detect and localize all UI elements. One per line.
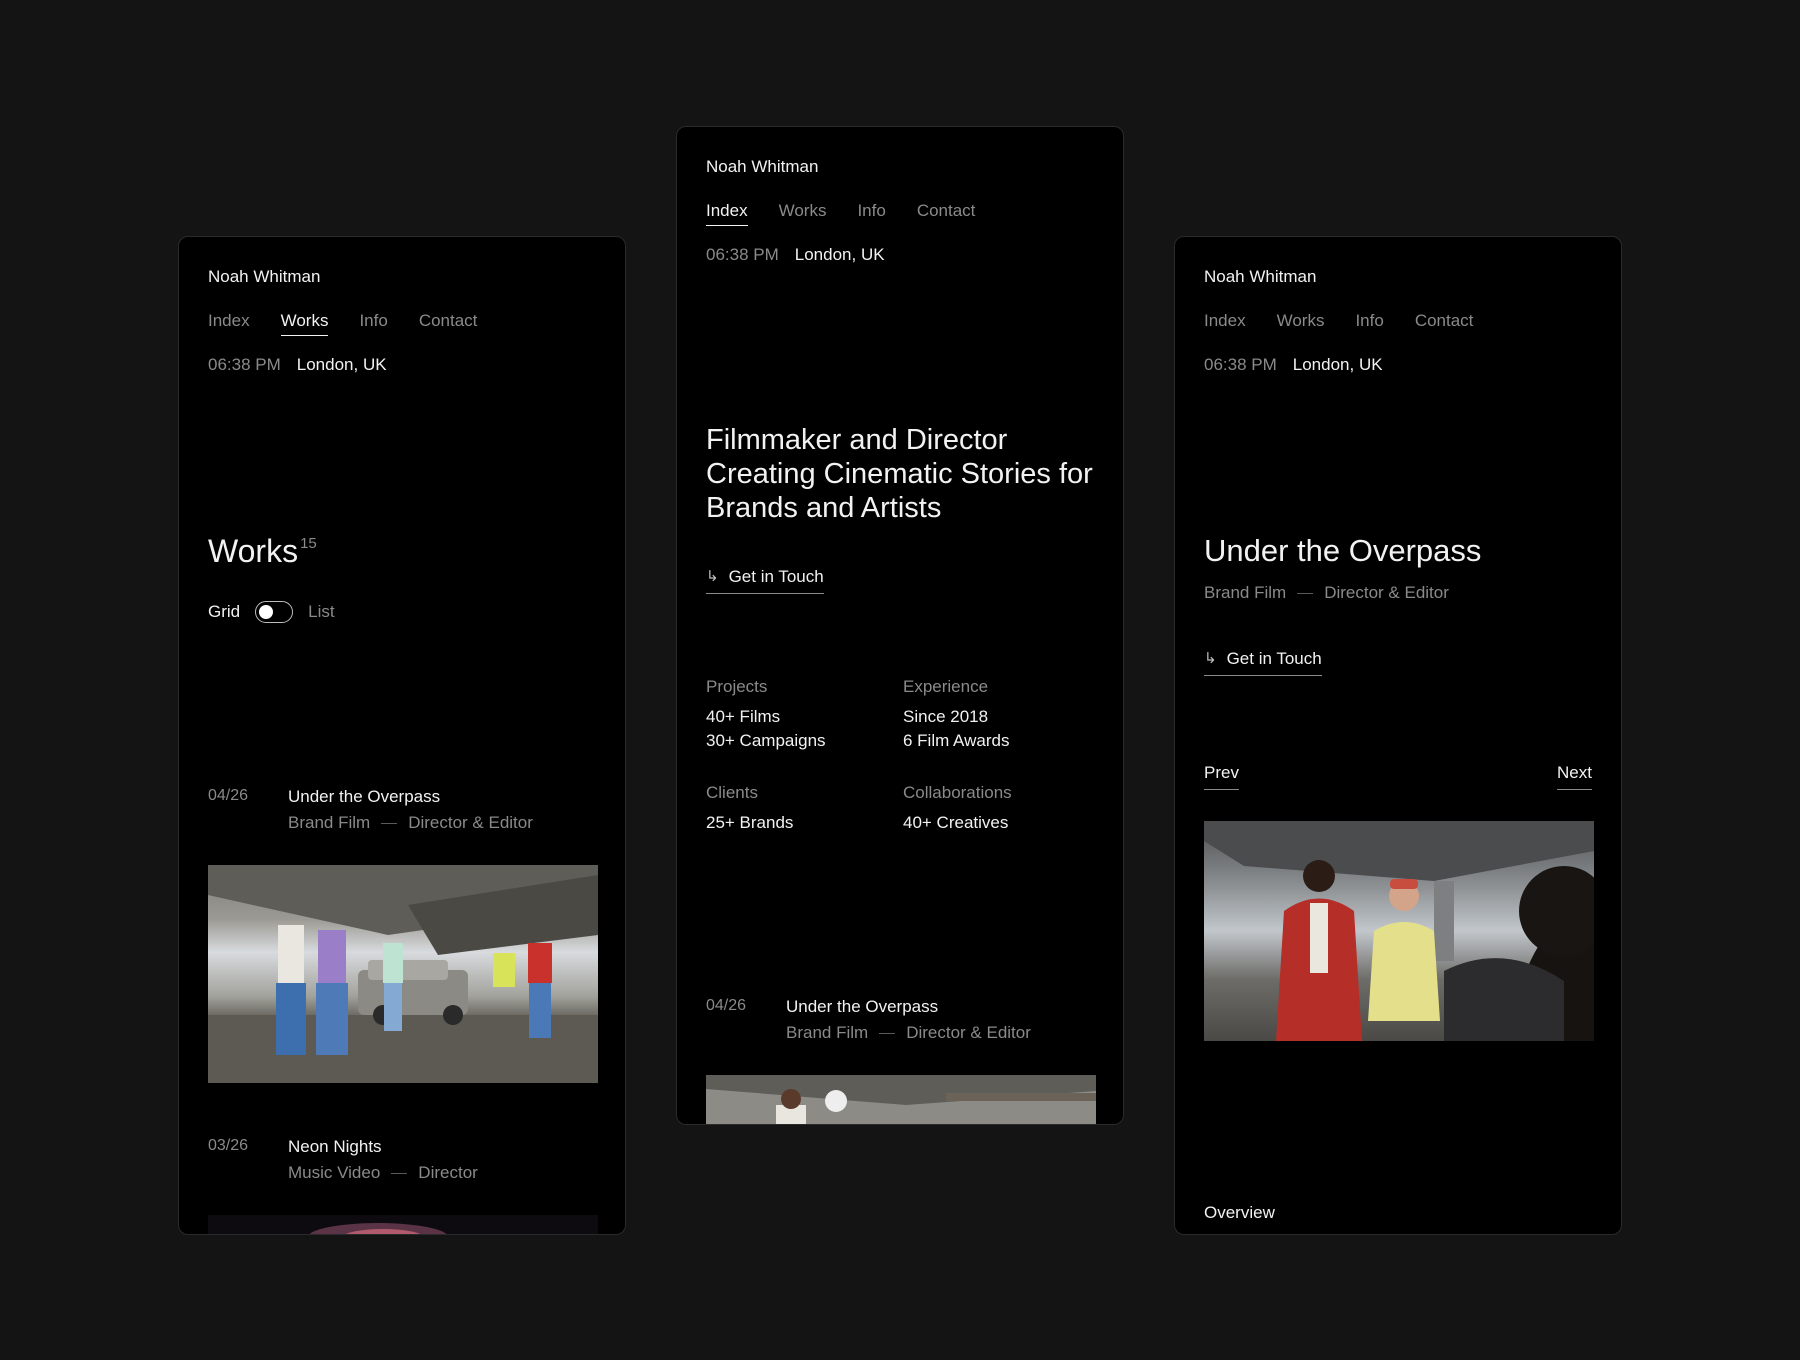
overpass-still-image (706, 1075, 1096, 1124)
stat-label: Experience (903, 677, 989, 696)
work-category: Brand Film (786, 1023, 869, 1042)
local-time-location: 06:38 PM London, UK (208, 355, 387, 375)
grid-view-label[interactable]: Grid (208, 602, 240, 622)
separator-dash (1297, 593, 1314, 595)
main-nav: Index Works Info Contact (1204, 311, 1473, 335)
list-view-label[interactable]: List (308, 602, 334, 622)
work-meta: Brand Film Director & Editor (786, 1023, 1031, 1043)
work-meta: Brand Film Director & Editor (288, 813, 533, 833)
work-category: Music Video (288, 1163, 381, 1182)
overpass-still-image (208, 865, 598, 1083)
works-screen: Noah Whitman Index Works Info Contact 06… (178, 236, 626, 1235)
work-role: Director & Editor (408, 813, 533, 832)
view-toggle: Grid List (208, 601, 335, 623)
index-screen: Noah Whitman Index Works Info Contact 06… (676, 126, 1124, 1125)
cta-label: Get in Touch (1226, 649, 1322, 668)
stat-value: Since 2018 (903, 707, 989, 726)
work-category: Brand Film (288, 813, 371, 832)
stat-collaborations: Collaborations 40+ Creatives (903, 783, 1093, 835)
main-nav: Index Works Info Contact (706, 201, 975, 226)
nav-item-works[interactable]: Works (1277, 311, 1325, 335)
nav-item-index[interactable]: Index (208, 311, 250, 336)
nav-item-info[interactable]: Info (1355, 311, 1383, 335)
work-thumbnail[interactable] (208, 865, 598, 1083)
nav-item-works[interactable]: Works (280, 311, 329, 336)
local-time: 06:38 PM (208, 355, 281, 374)
stat-clients: Clients 25+ Brands (706, 783, 896, 835)
local-time: 06:38 PM (1204, 355, 1277, 374)
stat-label: Projects (706, 677, 768, 696)
work-role: Director (418, 1163, 478, 1182)
nav-item-info[interactable]: Info (359, 311, 387, 336)
project-role: Director & Editor (1324, 583, 1449, 602)
stat-value: 30+ Campaigns (706, 731, 826, 750)
stat-label: Collaborations (903, 783, 1012, 802)
work-role: Director & Editor (906, 1023, 1031, 1042)
nav-item-index[interactable]: Index (1204, 311, 1246, 335)
work-number: 04/26 (208, 787, 249, 804)
overpass-closeup-image (1204, 821, 1594, 1041)
work-title[interactable]: Under the Overpass (288, 787, 440, 807)
work-thumbnail[interactable] (706, 1075, 1096, 1124)
local-time: 06:38 PM (706, 245, 779, 264)
section-heading-overview: Overview (1204, 1203, 1275, 1222)
main-nav: Index Works Info Contact (208, 311, 477, 336)
next-link[interactable]: Next (1557, 763, 1592, 790)
local-time-location: 06:38 PM London, UK (706, 245, 885, 265)
stat-value: 25+ Brands (706, 813, 794, 832)
work-thumbnail[interactable] (208, 1215, 598, 1234)
local-time-location: 06:38 PM London, UK (1204, 355, 1383, 375)
work-number: 03/26 (208, 1137, 249, 1154)
stat-label: Clients (706, 783, 758, 802)
project-still[interactable] (1204, 821, 1594, 1041)
works-count: 15 (300, 535, 317, 552)
project-title: Under the Overpass (1204, 533, 1482, 568)
page-title: Works 15 (208, 533, 317, 570)
project-category: Brand Film (1204, 583, 1287, 602)
brand-name[interactable]: Noah Whitman (208, 267, 320, 287)
location: London, UK (296, 355, 387, 374)
work-meta: Music Video Director (288, 1163, 478, 1183)
nav-item-contact[interactable]: Contact (917, 201, 976, 226)
view-switch[interactable] (255, 601, 294, 623)
prev-link[interactable]: Prev (1204, 763, 1239, 790)
location: London, UK (794, 245, 885, 264)
nav-item-contact[interactable]: Contact (419, 311, 478, 336)
cta-label: Get in Touch (728, 567, 824, 586)
work-number: 04/26 (706, 997, 747, 1014)
arrow-down-right-icon: ↳ (1204, 650, 1217, 667)
neon-nights-still-image (208, 1215, 598, 1234)
separator-dash (381, 823, 398, 825)
nav-item-info[interactable]: Info (857, 201, 885, 226)
stat-experience: Experience Since 2018 6 Film Awards (903, 677, 1093, 753)
separator-dash (391, 1173, 408, 1175)
get-in-touch-link[interactable]: ↳ Get in Touch (706, 567, 824, 594)
work-title[interactable]: Neon Nights (288, 1137, 382, 1157)
stat-value: 40+ Creatives (903, 813, 1009, 832)
nav-item-index[interactable]: Index (706, 201, 748, 226)
nav-item-works[interactable]: Works (779, 201, 827, 226)
arrow-down-right-icon: ↳ (706, 568, 719, 585)
stat-value: 40+ Films (706, 707, 781, 726)
works-title-text: Works (208, 533, 299, 569)
nav-item-contact[interactable]: Contact (1415, 311, 1474, 335)
location: London, UK (1292, 355, 1383, 374)
hero-headline: Filmmaker and Director Creating Cinemati… (706, 424, 1093, 524)
get-in-touch-link[interactable]: ↳ Get in Touch (1204, 649, 1322, 676)
work-title[interactable]: Under the Overpass (786, 997, 938, 1017)
project-screen: Noah Whitman Index Works Info Contact 06… (1174, 236, 1622, 1235)
stat-projects: Projects 40+ Films 30+ Campaigns (706, 677, 896, 753)
brand-name[interactable]: Noah Whitman (1204, 267, 1316, 287)
stat-value: 6 Film Awards (903, 731, 1010, 750)
brand-name[interactable]: Noah Whitman (706, 157, 818, 177)
separator-dash (879, 1033, 896, 1035)
switch-knob (259, 605, 274, 619)
project-meta: Brand Film Director & Editor (1204, 583, 1449, 603)
